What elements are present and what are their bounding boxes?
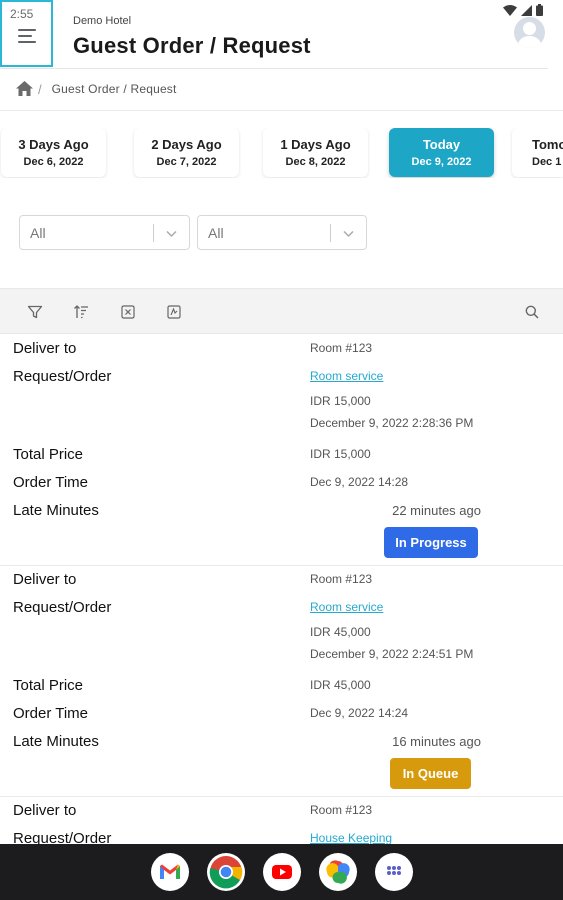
date-tab-date: Dec 7, 2022 [156, 156, 217, 168]
filter-icon[interactable] [27, 304, 43, 320]
sort-icon[interactable] [73, 304, 89, 320]
list-item[interactable]: Deliver to Room #123 Request/Order Room … [0, 566, 563, 797]
signal-icon [521, 4, 532, 16]
late-minutes-label: Late Minutes [13, 502, 99, 519]
total-price-label: Total Price [13, 446, 84, 463]
date-tab-date: Dec 9, 2022 [411, 156, 472, 168]
wifi-icon [503, 4, 517, 16]
excel-export-icon[interactable] [120, 304, 136, 320]
date-tab-3-days-ago[interactable]: 3 Days Ago Dec 6, 2022 [1, 128, 106, 177]
chevron-down-icon [343, 230, 354, 238]
app-dock [0, 844, 563, 900]
photos-icon[interactable] [319, 853, 357, 891]
date-tab-date: Dec 6, 2022 [23, 156, 84, 168]
order-time-label: Order Time [13, 474, 89, 491]
date-tab-label: Tomo [532, 137, 563, 152]
list-item[interactable]: Deliver to Room #123 Request/Order Room … [0, 335, 563, 566]
battery-icon [536, 4, 543, 16]
filter-select-1[interactable]: All [19, 215, 190, 250]
breadcrumb-divider [0, 110, 563, 111]
request-order-label: Request/Order [13, 599, 112, 616]
date-tab-today[interactable]: Today Dec 9, 2022 [389, 128, 494, 177]
system-status-icons [503, 4, 543, 16]
header-divider [0, 68, 548, 69]
filter-select-2[interactable]: All [197, 215, 367, 250]
app-drawer-icon[interactable] [375, 853, 413, 891]
total-price-value: IDR 45,000 [310, 678, 371, 692]
select-divider [330, 224, 331, 242]
date-tab-date: Dec 1 [532, 156, 562, 168]
status-badge[interactable]: In Queue [390, 758, 471, 789]
total-price-label: Total Price [13, 677, 84, 694]
order-time-value: Dec 9, 2022 14:28 [310, 475, 409, 489]
date-tabs: 3 Days Ago Dec 6, 2022 2 Days Ago Dec 7,… [0, 128, 563, 178]
date-tab-2-days-ago[interactable]: 2 Days Ago Dec 7, 2022 [134, 128, 239, 177]
request-price: IDR 15,000 [310, 394, 371, 408]
request-link[interactable]: Room service [310, 600, 383, 614]
search-icon[interactable] [524, 304, 540, 320]
date-tab-1-days-ago[interactable]: 1 Days Ago Dec 8, 2022 [263, 128, 368, 177]
order-list: Deliver to Room #123 Request/Order Room … [0, 335, 563, 853]
late-minutes-value: 22 minutes ago [392, 503, 481, 518]
menu-button[interactable]: 2:55 [0, 0, 53, 67]
request-link[interactable]: Room service [310, 369, 383, 383]
date-tab-label: 2 Days Ago [151, 137, 222, 152]
filter-select-value: All [208, 225, 224, 241]
date-tab-label: Today [422, 137, 461, 152]
breadcrumb-separator: / [38, 81, 42, 97]
pdf-export-icon[interactable] [166, 304, 182, 320]
select-divider [153, 224, 154, 242]
date-tab-label: 1 Days Ago [280, 137, 351, 152]
late-minutes-value: 16 minutes ago [392, 734, 481, 749]
page-title: Guest Order / Request [73, 33, 311, 58]
request-datetime: December 9, 2022 2:24:51 PM [310, 647, 474, 661]
order-time-value: Dec 9, 2022 14:24 [310, 706, 409, 720]
deliver-to-value: Room #123 [310, 572, 373, 586]
late-minutes-label: Late Minutes [13, 733, 99, 750]
youtube-icon[interactable] [263, 853, 301, 891]
date-tab-label: 3 Days Ago [18, 137, 89, 152]
breadcrumb: / Guest Order / Request [16, 79, 177, 99]
deliver-to-value: Room #123 [310, 803, 373, 817]
user-avatar[interactable] [514, 17, 545, 48]
home-icon[interactable] [16, 81, 33, 97]
hamburger-menu-icon [18, 29, 36, 43]
deliver-to-label: Deliver to [13, 340, 77, 357]
date-tab-date: Dec 8, 2022 [285, 156, 346, 168]
total-price-value: IDR 15,000 [310, 447, 371, 461]
request-datetime: December 9, 2022 2:28:36 PM [310, 416, 474, 430]
deliver-to-label: Deliver to [13, 802, 77, 819]
request-link[interactable]: House Keeping [310, 831, 392, 845]
grid-toolbar [0, 288, 563, 334]
date-tab-tomorrow[interactable]: Tomo Dec 1 [512, 128, 563, 177]
breadcrumb-current: Guest Order / Request [51, 82, 177, 96]
filter-select-value: All [30, 225, 46, 241]
deliver-to-label: Deliver to [13, 571, 77, 588]
order-time-label: Order Time [13, 705, 89, 722]
request-order-label: Request/Order [13, 368, 112, 385]
status-time: 2:55 [10, 7, 34, 21]
request-price: IDR 45,000 [310, 625, 371, 639]
deliver-to-value: Room #123 [310, 341, 373, 355]
chevron-down-icon [166, 230, 177, 238]
status-badge[interactable]: In Progress [384, 527, 478, 558]
hotel-name: Demo Hotel [73, 15, 132, 27]
chrome-icon[interactable] [207, 853, 245, 891]
gmail-icon[interactable] [151, 853, 189, 891]
